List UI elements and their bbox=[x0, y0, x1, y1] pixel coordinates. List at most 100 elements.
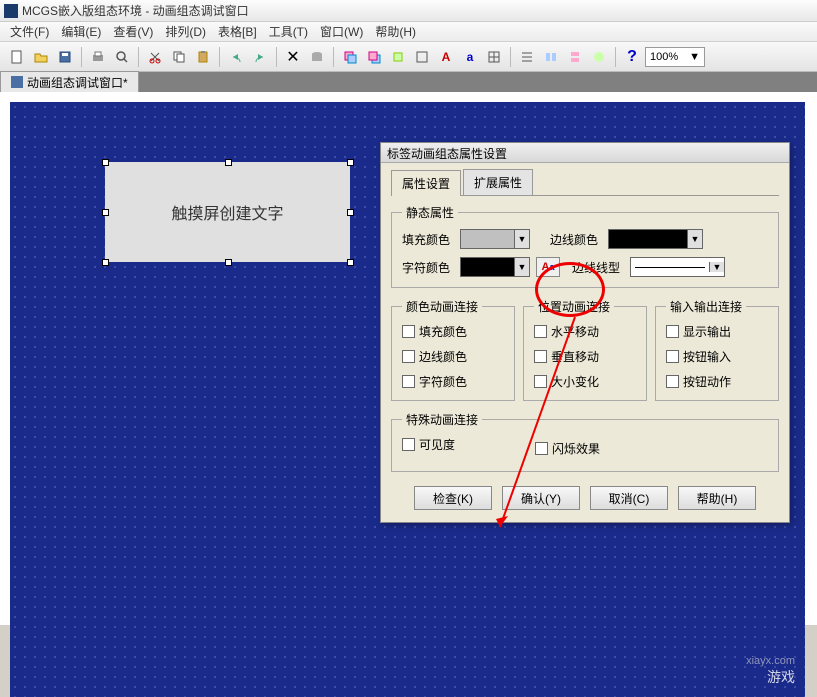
app-icon bbox=[4, 4, 18, 18]
char-color-picker[interactable]: ▼ bbox=[460, 257, 530, 277]
window-title: MCGS嵌入版组态环境 - 动画组态调试窗口 bbox=[22, 2, 249, 19]
selection-handle[interactable] bbox=[102, 259, 109, 266]
font-a-icon[interactable]: A bbox=[435, 46, 457, 68]
zoom-select[interactable]: 100%▼ bbox=[645, 47, 705, 67]
chk-border-color[interactable] bbox=[402, 350, 415, 363]
legend-color-anim: 颜色动画连接 bbox=[402, 298, 482, 315]
selection-handle[interactable] bbox=[347, 259, 354, 266]
menu-arrange[interactable]: 排列(D) bbox=[159, 21, 212, 42]
group-static: 静态属性 填充颜色 ▼ 边线颜色 ▼ 字符颜色 ▼ Aa 边线线型 ▼ bbox=[391, 204, 779, 288]
check-button[interactable]: 检查(K) bbox=[414, 486, 492, 510]
canvas-area: 触摸屏创建文字 标签动画组态属性设置 属性设置 扩展属性 静态属性 bbox=[0, 92, 817, 625]
cut-icon[interactable] bbox=[144, 46, 166, 68]
layer2-icon[interactable] bbox=[363, 46, 385, 68]
chk-vis-label: 可见度 bbox=[419, 436, 455, 453]
menu-view[interactable]: 查看(V) bbox=[107, 21, 159, 42]
menu-tools[interactable]: 工具(T) bbox=[263, 21, 314, 42]
menu-edit[interactable]: 编辑(E) bbox=[55, 21, 107, 42]
chk-display-out[interactable] bbox=[666, 325, 679, 338]
save-icon[interactable] bbox=[54, 46, 76, 68]
legend-pos-anim: 位置动画连接 bbox=[534, 298, 614, 315]
watermark-url: xiayx.com bbox=[746, 655, 795, 667]
preview-icon[interactable] bbox=[111, 46, 133, 68]
menu-table[interactable]: 表格[B] bbox=[212, 21, 263, 42]
tab-properties[interactable]: 属性设置 bbox=[391, 170, 461, 196]
fill-color-picker[interactable]: ▼ bbox=[460, 229, 530, 249]
chk-visibility[interactable] bbox=[402, 438, 415, 451]
paste-icon[interactable] bbox=[192, 46, 214, 68]
label-animation-dialog: 标签动画组态属性设置 属性设置 扩展属性 静态属性 填充颜色 ▼ 边线颜色 ▼ bbox=[380, 142, 790, 523]
cancel-button[interactable]: 取消(C) bbox=[590, 486, 668, 510]
chk-display-label: 显示输出 bbox=[683, 323, 731, 340]
chk-vmove-label: 垂直移动 bbox=[551, 348, 599, 365]
border-color-label: 边线颜色 bbox=[550, 231, 602, 248]
help-icon[interactable]: ? bbox=[621, 46, 643, 68]
legend-special: 特殊动画连接 bbox=[402, 411, 482, 428]
chk-btn-act[interactable] bbox=[666, 375, 679, 388]
selection-handle[interactable] bbox=[102, 159, 109, 166]
new-icon[interactable] bbox=[6, 46, 28, 68]
chk-hmove-label: 水平移动 bbox=[551, 323, 599, 340]
doc-tab-item[interactable]: 动画组态调试窗口* bbox=[0, 71, 139, 94]
chk-btnact-label: 按钮动作 bbox=[683, 373, 731, 390]
selection-handle[interactable] bbox=[102, 209, 109, 216]
layer1-icon[interactable] bbox=[339, 46, 361, 68]
menu-help[interactable]: 帮助(H) bbox=[369, 21, 422, 42]
undo-icon[interactable] bbox=[225, 46, 247, 68]
chk-char-color[interactable] bbox=[402, 375, 415, 388]
layer3-icon[interactable] bbox=[387, 46, 409, 68]
print-icon[interactable] bbox=[87, 46, 109, 68]
chk-resize-label: 大小变化 bbox=[551, 373, 599, 390]
chk-fill-color[interactable] bbox=[402, 325, 415, 338]
canvas[interactable]: 触摸屏创建文字 标签动画组态属性设置 属性设置 扩展属性 静态属性 bbox=[10, 102, 805, 697]
chk-blink-label: 闪烁效果 bbox=[552, 440, 600, 457]
doc-tab-label: 动画组态调试窗口* bbox=[27, 74, 128, 91]
layer4-icon[interactable] bbox=[411, 46, 433, 68]
group-static-legend: 静态属性 bbox=[402, 204, 458, 221]
watermark-text: 游戏 bbox=[767, 667, 795, 687]
chk-border-label: 边线颜色 bbox=[419, 348, 467, 365]
grid-icon[interactable] bbox=[483, 46, 505, 68]
redo-icon[interactable] bbox=[249, 46, 271, 68]
tab-extended[interactable]: 扩展属性 bbox=[463, 169, 533, 195]
border-line-label: 边线线型 bbox=[572, 259, 624, 276]
fill-color-label: 填充颜色 bbox=[402, 231, 454, 248]
dialog-title: 标签动画组态属性设置 bbox=[381, 143, 789, 163]
chk-vmove[interactable] bbox=[534, 350, 547, 363]
dialog-tabs: 属性设置 扩展属性 bbox=[391, 169, 779, 196]
chk-resize[interactable] bbox=[534, 375, 547, 388]
title-bar: MCGS嵌入版组态环境 - 动画组态调试窗口 bbox=[0, 0, 817, 22]
tool-icon[interactable]: ✕ bbox=[282, 46, 304, 68]
chk-btnin-label: 按钮输入 bbox=[683, 348, 731, 365]
menu-file[interactable]: 文件(F) bbox=[4, 21, 55, 42]
chk-btn-in[interactable] bbox=[666, 350, 679, 363]
selection-handle[interactable] bbox=[225, 259, 232, 266]
workspace: 动画组态调试窗口* 触摸屏创建文字 标签动画组态属性设置 属性设置 扩展属性 bbox=[0, 72, 817, 625]
selection-handle[interactable] bbox=[225, 159, 232, 166]
text-label-content: 触摸屏创建文字 bbox=[171, 200, 283, 224]
selection-handle[interactable] bbox=[347, 159, 354, 166]
menu-window[interactable]: 窗口(W) bbox=[314, 21, 369, 42]
font-button[interactable]: Aa bbox=[536, 257, 560, 277]
menu-bar: 文件(F) 编辑(E) 查看(V) 排列(D) 表格[B] 工具(T) 窗口(W… bbox=[0, 22, 817, 42]
border-line-picker[interactable]: ▼ bbox=[630, 257, 725, 277]
chk-blink[interactable] bbox=[535, 442, 548, 455]
align3-icon[interactable] bbox=[564, 46, 586, 68]
doc-icon bbox=[11, 76, 23, 88]
align4-icon[interactable] bbox=[588, 46, 610, 68]
align1-icon[interactable] bbox=[516, 46, 538, 68]
help-button[interactable]: 帮助(H) bbox=[678, 486, 756, 510]
group-special: 特殊动画连接 可见度 闪烁效果 bbox=[391, 411, 779, 472]
text-label-object[interactable]: 触摸屏创建文字 bbox=[105, 162, 350, 262]
copy-icon[interactable] bbox=[168, 46, 190, 68]
font-a2-icon[interactable]: a bbox=[459, 46, 481, 68]
ok-button[interactable]: 确认(Y) bbox=[502, 486, 580, 510]
db-icon[interactable] bbox=[306, 46, 328, 68]
chk-hmove[interactable] bbox=[534, 325, 547, 338]
open-icon[interactable] bbox=[30, 46, 52, 68]
align2-icon[interactable] bbox=[540, 46, 562, 68]
group-pos-anim: 位置动画连接 水平移动 垂直移动 大小变化 bbox=[523, 298, 647, 401]
selection-handle[interactable] bbox=[347, 209, 354, 216]
group-color-anim: 颜色动画连接 填充颜色 边线颜色 字符颜色 bbox=[391, 298, 515, 401]
border-color-picker[interactable]: ▼ bbox=[608, 229, 703, 249]
